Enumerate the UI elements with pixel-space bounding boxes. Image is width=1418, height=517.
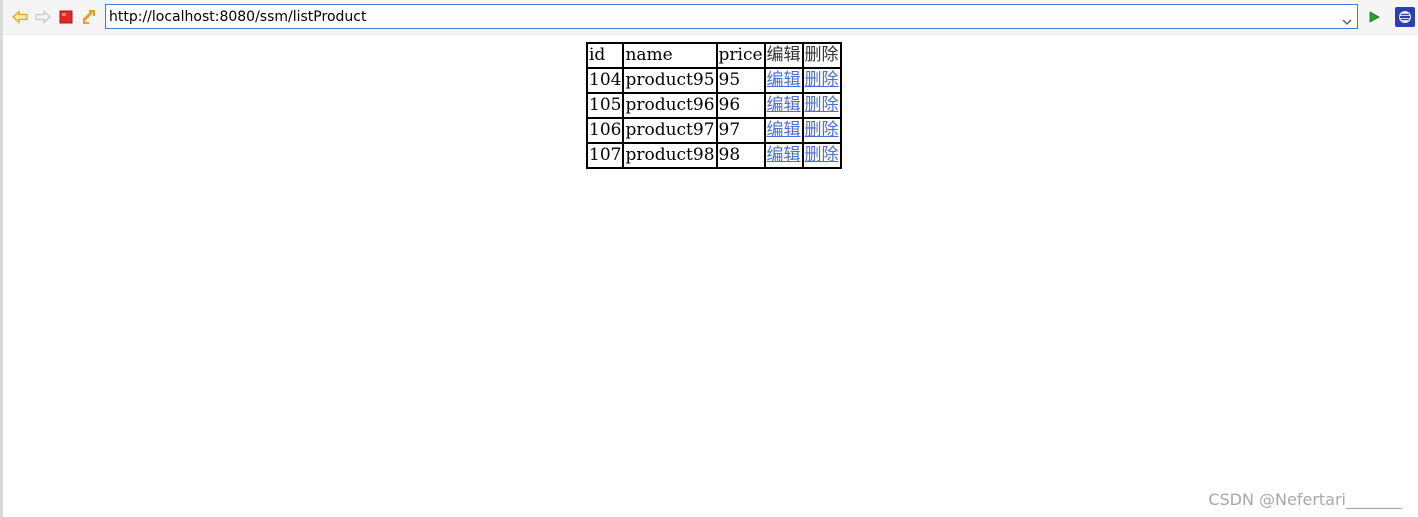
- browser-toolbar: [3, 0, 1418, 35]
- watermark: CSDN @Nefertari_______: [1208, 490, 1402, 509]
- cell-name: product97: [623, 118, 717, 143]
- delete-link[interactable]: 删除: [805, 70, 839, 90]
- cell-edit: 编辑: [764, 118, 803, 143]
- cell-id: 107: [587, 143, 624, 168]
- eclipse-icon[interactable]: [1394, 6, 1416, 28]
- edit-link[interactable]: 编辑: [767, 120, 801, 140]
- cell-edit: 编辑: [764, 93, 803, 118]
- cell-price: 97: [716, 118, 765, 143]
- cell-delete: 删除: [802, 68, 841, 93]
- window-left-edge: [0, 0, 3, 517]
- cell-delete: 删除: [802, 143, 841, 168]
- table-header-row: id name price 编辑 删除: [587, 43, 841, 68]
- table-row: 106 product97 97 编辑 删除: [587, 118, 841, 143]
- cell-edit: 编辑: [764, 143, 803, 168]
- chevron-down-icon[interactable]: [1342, 13, 1352, 25]
- header-delete: 删除: [802, 43, 841, 68]
- cell-name: product96: [623, 93, 717, 118]
- cell-name: product95: [623, 68, 717, 93]
- stop-icon[interactable]: [57, 8, 75, 26]
- cell-delete: 删除: [802, 93, 841, 118]
- cell-edit: 编辑: [764, 68, 803, 93]
- cell-delete: 删除: [802, 118, 841, 143]
- url-input[interactable]: [109, 6, 1334, 27]
- delete-link[interactable]: 删除: [805, 120, 839, 140]
- table-row: 104 product95 95 编辑 删除: [587, 68, 841, 93]
- header-edit: 编辑: [764, 43, 803, 68]
- edit-link[interactable]: 编辑: [767, 145, 801, 165]
- page-content: id name price 编辑 删除 104 product95 95 编辑 …: [586, 42, 842, 169]
- cell-id: 106: [587, 118, 624, 143]
- address-bar[interactable]: [105, 4, 1358, 29]
- edit-link[interactable]: 编辑: [767, 70, 801, 90]
- header-id: id: [587, 43, 624, 68]
- delete-link[interactable]: 删除: [805, 95, 839, 115]
- cell-id: 105: [587, 93, 624, 118]
- cell-name: product98: [623, 143, 717, 168]
- cell-price: 95: [716, 68, 765, 93]
- header-price: price: [716, 43, 765, 68]
- back-arrow-icon[interactable]: [11, 8, 29, 26]
- delete-link[interactable]: 删除: [805, 145, 839, 165]
- cell-price: 98: [716, 143, 765, 168]
- cell-price: 96: [716, 93, 765, 118]
- cell-id: 104: [587, 68, 624, 93]
- header-name: name: [623, 43, 717, 68]
- forward-arrow-icon[interactable]: [34, 8, 52, 26]
- refresh-icon[interactable]: [80, 8, 98, 26]
- table-row: 107 product98 98 编辑 删除: [587, 143, 841, 168]
- edit-link[interactable]: 编辑: [767, 95, 801, 115]
- table-row: 105 product96 96 编辑 删除: [587, 93, 841, 118]
- go-icon[interactable]: [1365, 8, 1383, 26]
- product-table: id name price 编辑 删除 104 product95 95 编辑 …: [586, 42, 842, 169]
